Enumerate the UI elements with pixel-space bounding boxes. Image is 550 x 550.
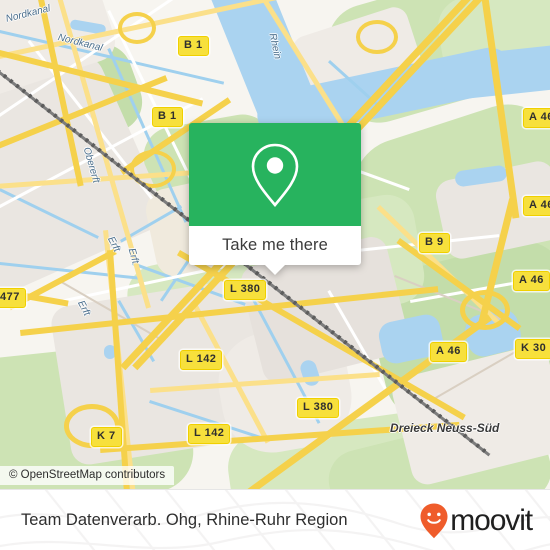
- map-canvas[interactable]: Nordkanal Nordkanal Rhein Obererft Erft Erft E…: [0, 0, 550, 489]
- road-shield-b9: B 9: [419, 233, 450, 253]
- road-shield-a46-mid: A 46: [523, 196, 550, 216]
- footer-bar: Team Datenverarb. Ohg, Rhine-Ruhr Region…: [0, 489, 550, 550]
- popup-pin-panel: [189, 123, 361, 226]
- moovit-logo[interactable]: moovit: [419, 502, 533, 540]
- interchange-nw-loop: [118, 12, 156, 44]
- location-popup[interactable]: Take me there: [189, 123, 361, 275]
- popup-tail-pointer: [264, 264, 286, 275]
- road-shield-l380-north: L 380: [224, 280, 267, 300]
- road-shield-k30: K 30: [515, 339, 550, 359]
- location-pin-icon: [251, 143, 299, 207]
- road-shield-a46-interchange: A 46: [430, 342, 467, 362]
- road-shield-a46-north: A 46: [523, 108, 550, 128]
- moovit-map-card: Nordkanal Nordkanal Rhein Obererft Erft Erft E…: [0, 0, 550, 550]
- moovit-pin-smile-icon: [420, 503, 448, 538]
- moovit-wordmark: moovit: [450, 503, 533, 537]
- osm-attribution[interactable]: © OpenStreetMap contributors: [0, 466, 175, 485]
- map-label-dreieck-neuss-sued: Dreieck Neuss-Süd: [390, 421, 500, 435]
- place-title: Team Datenverarb. Ohg, Rhine-Ruhr Region: [21, 511, 348, 529]
- road-shield-477: 477: [0, 288, 26, 308]
- popup-cta-bar[interactable]: Take me there: [189, 226, 361, 275]
- road-shield-b1-south: B 1: [152, 107, 183, 127]
- road-shield-l380-south: L 380: [297, 398, 340, 418]
- road-shield-a46-east: A 46: [513, 271, 550, 291]
- road-shield-l142-north: L 142: [180, 350, 223, 370]
- road-shield-l142-south: L 142: [188, 424, 231, 444]
- interchange-a46-loop: [460, 290, 510, 330]
- road-shield-b1-north: B 1: [178, 36, 209, 56]
- road-shield-k7: K 7: [91, 427, 122, 447]
- take-me-there-label: Take me there: [222, 236, 328, 254]
- interchange-ne-loop: [356, 20, 398, 54]
